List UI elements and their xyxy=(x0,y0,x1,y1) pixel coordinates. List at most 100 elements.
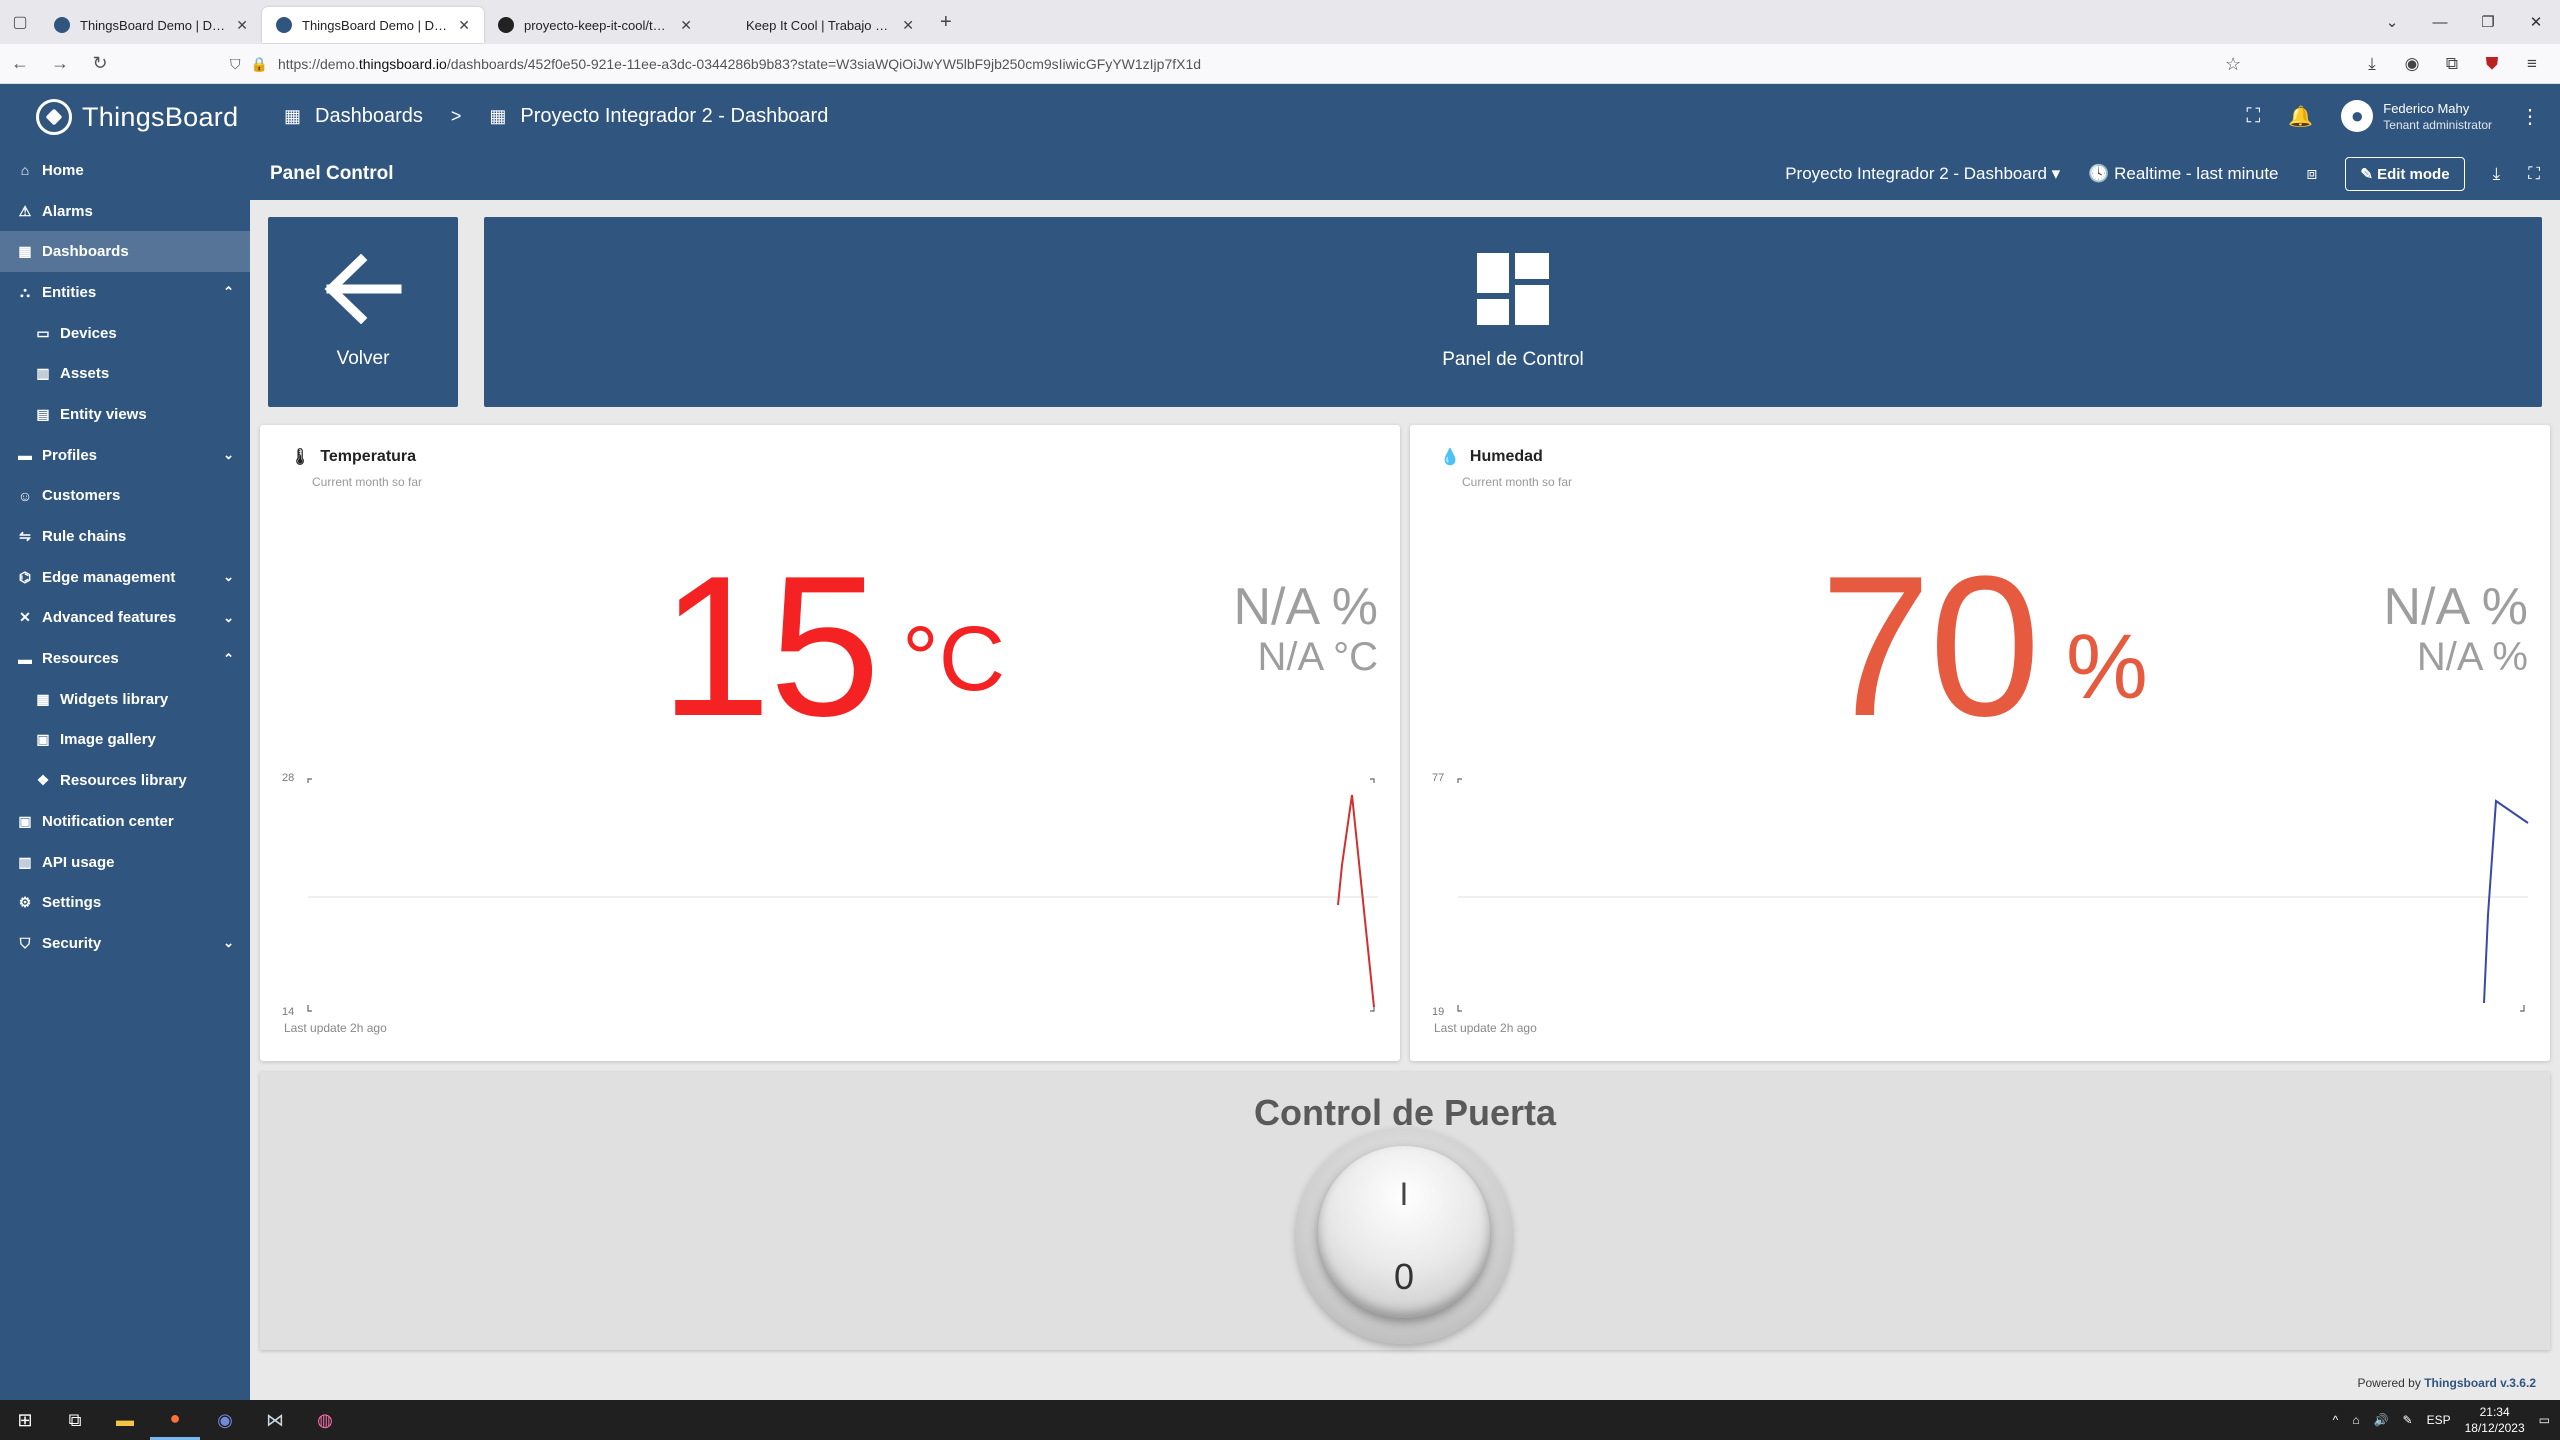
tab-overview-icon[interactable]: ▢ xyxy=(0,0,40,44)
pen-icon[interactable]: ✎ xyxy=(2403,1413,2413,1427)
sidebar-item-settings[interactable]: ⚙ Settings xyxy=(0,882,250,923)
browser-tab-active[interactable]: ThingsBoard Demo | Dashboard ✕ xyxy=(262,7,484,43)
axis-max-label: 77 xyxy=(1432,772,1444,784)
close-window-icon[interactable]: ✕ xyxy=(2512,13,2560,31)
sidebar-item-notification-center[interactable]: ▣ Notification center xyxy=(0,801,250,842)
os-taskbar: ⊞ ⧉ ▬ ● ◉ ⋈ ◍ ^ ⌂ 🔊 ✎ ESP 21:34 18/12/20… xyxy=(0,1400,2560,1440)
new-tab-icon[interactable]: + xyxy=(940,11,952,34)
close-icon[interactable]: ✕ xyxy=(902,17,914,34)
sidebar-item-rule-chains[interactable]: ⇋ Rule chains xyxy=(0,516,250,557)
notification-bell-icon[interactable]: 🔔 xyxy=(2288,104,2313,129)
export-image-icon[interactable]: ⧈ xyxy=(2307,164,2318,184)
door-control-card: Control de Puerta I 0 xyxy=(260,1072,2550,1350)
sidebar-item-resources[interactable]: ▬ Resources ⌃ xyxy=(0,638,250,679)
dashboard-select[interactable]: Proyecto Integrador 2 - Dashboard ▾ xyxy=(1785,164,2060,184)
tray-chevron-icon[interactable]: ^ xyxy=(2333,1413,2339,1427)
chevron-down-icon[interactable]: ⌄ xyxy=(223,569,234,585)
window-controls: ⌄ — ❐ ✕ xyxy=(2368,0,2560,44)
sidebar-item-customers[interactable]: ☺ Customers xyxy=(0,476,250,517)
start-icon[interactable]: ⊞ xyxy=(0,1400,50,1440)
breadcrumb-dashboards[interactable]: Dashboards xyxy=(315,105,423,128)
close-icon[interactable]: ✕ xyxy=(458,17,470,34)
download-icon[interactable]: ⤓ xyxy=(2354,54,2390,74)
asset-icon: ▥ xyxy=(36,365,50,382)
sidebar-item-label: Advanced features xyxy=(42,609,177,627)
system-tray: ^ ⌂ 🔊 ✎ ESP 21:34 18/12/2023 ▭ xyxy=(2333,1400,2550,1440)
browser-tab[interactable]: ThingsBoard Demo | Dashboard ✕ xyxy=(40,7,262,43)
url-text: https://demo.thingsboard.io/dashboards/4… xyxy=(277,56,1202,72)
home-icon: ⌂ xyxy=(20,162,30,179)
panel-control-tile[interactable]: Panel de Control xyxy=(484,217,2542,407)
sidebar-item-entities[interactable]: ⛬ Entities ⌃ xyxy=(0,272,250,313)
sidebar-item-entity-views[interactable]: ▤ Entity views xyxy=(0,394,250,435)
browser-nav-bar: ← → ↻ ⛉ 🔒 https://demo.thingsboard.io/da… xyxy=(0,44,2560,84)
fullscreen-icon[interactable]: ⛶ xyxy=(2528,164,2540,184)
forward-icon[interactable]: → xyxy=(40,53,80,74)
clock[interactable]: 21:34 18/12/2023 xyxy=(2465,1404,2525,1436)
fullscreen-icon[interactable]: ⛶ xyxy=(2246,105,2260,128)
sidebar-item-edge-management[interactable]: ⌬ Edge management ⌄ xyxy=(0,557,250,598)
back-icon[interactable]: ← xyxy=(0,53,40,74)
restore-icon[interactable]: ❐ xyxy=(2464,13,2512,31)
network-icon[interactable]: ⌂ xyxy=(2352,1413,2359,1427)
door-switch-knob[interactable]: I 0 xyxy=(1318,1146,1490,1318)
breadcrumb-separator: > xyxy=(450,105,462,126)
extensions-icon[interactable]: ⧉ xyxy=(2434,54,2470,74)
chevron-down-icon[interactable]: ⌄ xyxy=(223,447,234,463)
chevron-up-icon[interactable]: ⌃ xyxy=(223,284,234,300)
sidebar-item-api-usage[interactable]: ▥ API usage xyxy=(0,842,250,883)
bookmark-star-icon[interactable]: ☆ xyxy=(2225,54,2241,75)
sidebar-item-label: Home xyxy=(42,161,84,179)
volume-icon[interactable]: 🔊 xyxy=(2374,1413,2389,1427)
browser-tab[interactable]: proyecto-keep-it-cool/thingsb ✕ xyxy=(484,7,706,43)
close-icon[interactable]: ✕ xyxy=(236,17,248,34)
browser-tab[interactable]: Keep It Cool | Trabajo realizado en e ✕ xyxy=(706,7,928,43)
version-link[interactable]: Thingsboard v.3.6.2 xyxy=(2424,1376,2536,1390)
chevron-up-icon[interactable]: ⌃ xyxy=(223,651,234,667)
discord-icon[interactable]: ◉ xyxy=(200,1400,250,1440)
language-indicator[interactable]: ESP xyxy=(2427,1413,2451,1427)
menu-icon[interactable]: ≡ xyxy=(2514,54,2550,74)
download-icon[interactable]: ⤓ xyxy=(2493,164,2501,184)
sidebar-item-devices[interactable]: ▭ Devices xyxy=(0,313,250,354)
close-icon[interactable]: ✕ xyxy=(680,17,692,34)
edit-mode-button[interactable]: ✎ Edit mode xyxy=(2345,157,2465,191)
sidebar-item-alarms[interactable]: ⚠ Alarms xyxy=(0,191,250,232)
chart-icon: ▥ xyxy=(18,853,32,870)
more-vert-icon[interactable]: ⋮ xyxy=(2520,104,2540,129)
app-icon[interactable]: ◍ xyxy=(300,1400,350,1440)
sidebar-item-home[interactable]: ⌂ Home xyxy=(0,150,250,191)
brand[interactable]: ThingsBoard xyxy=(0,84,250,150)
sidebar-item-profiles[interactable]: ▬ Profiles ⌄ xyxy=(0,435,250,476)
sidebar-item-label: Edge management xyxy=(42,568,176,586)
temperature-series-line xyxy=(1337,794,1375,1008)
vscode-icon[interactable]: ⋈ xyxy=(250,1400,300,1440)
na-secondary: N/A °C xyxy=(1257,635,1378,679)
chevron-down-icon[interactable]: ⌄ xyxy=(223,610,234,626)
sidebar-item-image-gallery[interactable]: ▣ Image gallery xyxy=(0,720,250,761)
firefox-icon[interactable]: ● xyxy=(150,1400,200,1440)
sidebar-item-dashboards[interactable]: ▦ Dashboards xyxy=(0,231,250,273)
list-tabs-icon[interactable]: ⌄ xyxy=(2368,13,2416,31)
ublock-icon[interactable]: ⛊ xyxy=(2474,54,2510,74)
panel-label: Panel de Control xyxy=(1442,349,1584,370)
sidebar-item-resources-library[interactable]: ❖ Resources library xyxy=(0,760,250,801)
notifications-icon[interactable]: ▭ xyxy=(2539,1413,2550,1427)
account-icon[interactable]: ◉ xyxy=(2394,54,2430,74)
sidebar-item-label: Resources xyxy=(42,650,119,668)
sidebar-item-assets[interactable]: ▥ Assets xyxy=(0,353,250,394)
reload-icon[interactable]: ↻ xyxy=(80,53,120,74)
address-bar[interactable]: ⛉ 🔒 https://demo.thingsboard.io/dashboar… xyxy=(230,49,2230,79)
notification-icon: ▣ xyxy=(18,812,32,829)
sidebar-item-widgets-library[interactable]: ▦ Widgets library xyxy=(0,679,250,720)
minimize-icon[interactable]: — xyxy=(2416,14,2464,31)
sidebar-item-advanced-features[interactable]: ✕ Advanced features ⌄ xyxy=(0,598,250,639)
back-tile[interactable]: Volver xyxy=(268,217,458,407)
sidebar-item-security[interactable]: ⛉ Security ⌄ xyxy=(0,923,250,964)
task-view-icon[interactable]: ⧉ xyxy=(50,1400,100,1440)
user-menu[interactable]: ● Federico Mahy Tenant administrator xyxy=(2341,100,2492,132)
chevron-down-icon[interactable]: ⌄ xyxy=(223,935,234,951)
brand-name: ThingsBoard xyxy=(82,101,239,132)
timewindow-button[interactable]: 🕓 Realtime - last minute xyxy=(2088,164,2278,184)
file-explorer-icon[interactable]: ▬ xyxy=(100,1400,150,1440)
